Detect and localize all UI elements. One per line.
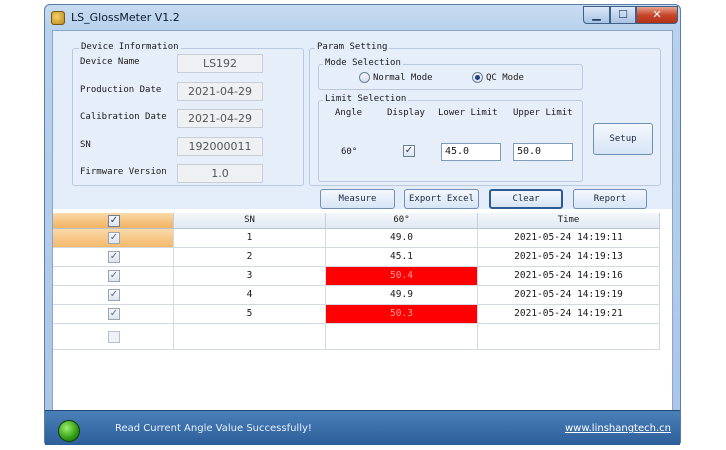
measure-button[interactable]: Measure (320, 189, 395, 209)
row-select-cell[interactable]: ✓ (53, 305, 174, 324)
row-select-cell[interactable]: ✓ (53, 229, 174, 248)
firmware-version-label: Firmware Version (80, 167, 167, 177)
setup-button[interactable]: Setup (593, 123, 653, 155)
table-row[interactable]: ✓ 2 45.1 2021-05-24 14:19:13 (53, 248, 660, 267)
row-value-alarm: 50.4 (326, 267, 478, 286)
title-bar[interactable]: LS_GlossMeter V1.2 ▁ ☐ ✕ (45, 5, 680, 31)
column-header-time[interactable]: Time (478, 213, 660, 229)
row-value-empty (326, 324, 478, 350)
upper-limit-header: Upper Limit (513, 108, 573, 118)
production-date-label: Production Date (80, 85, 162, 95)
device-name-label: Device Name (80, 57, 140, 67)
row-time: 2021-05-24 14:19:16 (478, 267, 660, 286)
table-row-new[interactable] (53, 324, 660, 350)
qc-mode-label[interactable]: QC Mode (486, 73, 524, 83)
row-sn: 5 (174, 305, 326, 324)
row-checkbox[interactable]: ✓ (108, 232, 120, 244)
row-time: 2021-05-24 14:19:19 (478, 286, 660, 305)
app-logo-icon (51, 11, 65, 25)
qc-mode-radio[interactable] (472, 72, 483, 83)
status-bar: Read Current Angle Value Successfully! w… (45, 410, 680, 445)
row-checkbox[interactable]: ✓ (108, 308, 120, 320)
column-header-sn[interactable]: SN (174, 213, 326, 229)
angle-value: 60° (341, 147, 358, 157)
table-row[interactable]: ✓ 4 49.9 2021-05-24 14:19:19 (53, 286, 660, 305)
row-value: 49.0 (326, 229, 478, 248)
row-time-empty (478, 324, 660, 350)
production-date-value: 2021-04-29 (177, 82, 263, 101)
display-checkbox[interactable]: ✓ (403, 145, 415, 157)
status-message: Read Current Angle Value Successfully! (115, 423, 312, 434)
row-sn: 1 (174, 229, 326, 248)
select-all-checkbox[interactable]: ✓ (108, 215, 120, 227)
row-time: 2021-05-24 14:19:13 (478, 248, 660, 267)
connection-status-icon (58, 420, 80, 442)
export-excel-button[interactable]: Export Excel (404, 189, 479, 209)
row-checkbox[interactable]: ✓ (108, 289, 120, 301)
row-sn: 3 (174, 267, 326, 286)
upper-limit-input[interactable]: 50.0 (513, 143, 573, 161)
row-select-cell[interactable] (53, 324, 174, 350)
app-window: LS_GlossMeter V1.2 ▁ ☐ ✕ Device Informat… (44, 4, 681, 445)
row-checkbox[interactable]: ✓ (108, 270, 120, 282)
row-checkbox[interactable]: ✓ (108, 251, 120, 263)
mode-selection-label: Mode Selection (323, 58, 403, 68)
table-row[interactable]: ✓ 3 50.4 2021-05-24 14:19:16 (53, 267, 660, 286)
minimize-button[interactable]: ▁ (583, 6, 610, 24)
firmware-version-value: 1.0 (177, 164, 263, 183)
select-all-header[interactable]: ✓ (53, 213, 174, 229)
lower-limit-input[interactable]: 45.0 (441, 143, 501, 161)
lower-limit-header: Lower Limit (438, 108, 498, 118)
limit-selection-label: Limit Selection (323, 94, 409, 104)
column-header-60[interactable]: 60° (326, 213, 478, 229)
row-select-cell[interactable]: ✓ (53, 267, 174, 286)
row-sn: 4 (174, 286, 326, 305)
sn-value: 192000011 (177, 137, 263, 156)
normal-mode-label[interactable]: Normal Mode (373, 73, 433, 83)
calibration-date-label: Calibration Date (80, 112, 167, 122)
angle-header: Angle (335, 108, 363, 118)
display-header: Display (387, 108, 425, 118)
row-time: 2021-05-24 14:19:21 (478, 305, 660, 324)
table-row[interactable]: ✓ 5 50.3 2021-05-24 14:19:21 (53, 305, 660, 324)
row-value: 45.1 (326, 248, 478, 267)
row-sn-empty (174, 324, 326, 350)
row-time: 2021-05-24 14:19:11 (478, 229, 660, 248)
maximize-button[interactable]: ☐ (610, 6, 636, 24)
report-button[interactable]: Report (573, 189, 647, 209)
calibration-date-value: 2021-04-29 (177, 109, 263, 128)
normal-mode-radio[interactable] (359, 72, 370, 83)
row-value: 49.9 (326, 286, 478, 305)
close-button[interactable]: ✕ (636, 6, 678, 24)
param-setting-label: Param Setting (315, 42, 390, 52)
device-name-value: LS192 (177, 54, 263, 73)
sn-label: SN (80, 140, 91, 150)
row-value-alarm: 50.3 (326, 305, 478, 324)
window-title: LS_GlossMeter V1.2 (71, 11, 180, 24)
row-select-cell[interactable]: ✓ (53, 248, 174, 267)
row-checkbox-empty[interactable] (108, 331, 120, 343)
row-sn: 2 (174, 248, 326, 267)
clear-button[interactable]: Clear (489, 189, 563, 209)
device-info-label: Device Information (79, 42, 181, 52)
row-select-cell[interactable]: ✓ (53, 286, 174, 305)
table-row[interactable]: ✓ 1 49.0 2021-05-24 14:19:11 (53, 229, 660, 248)
website-link[interactable]: www.linshangtech.cn (565, 423, 671, 434)
